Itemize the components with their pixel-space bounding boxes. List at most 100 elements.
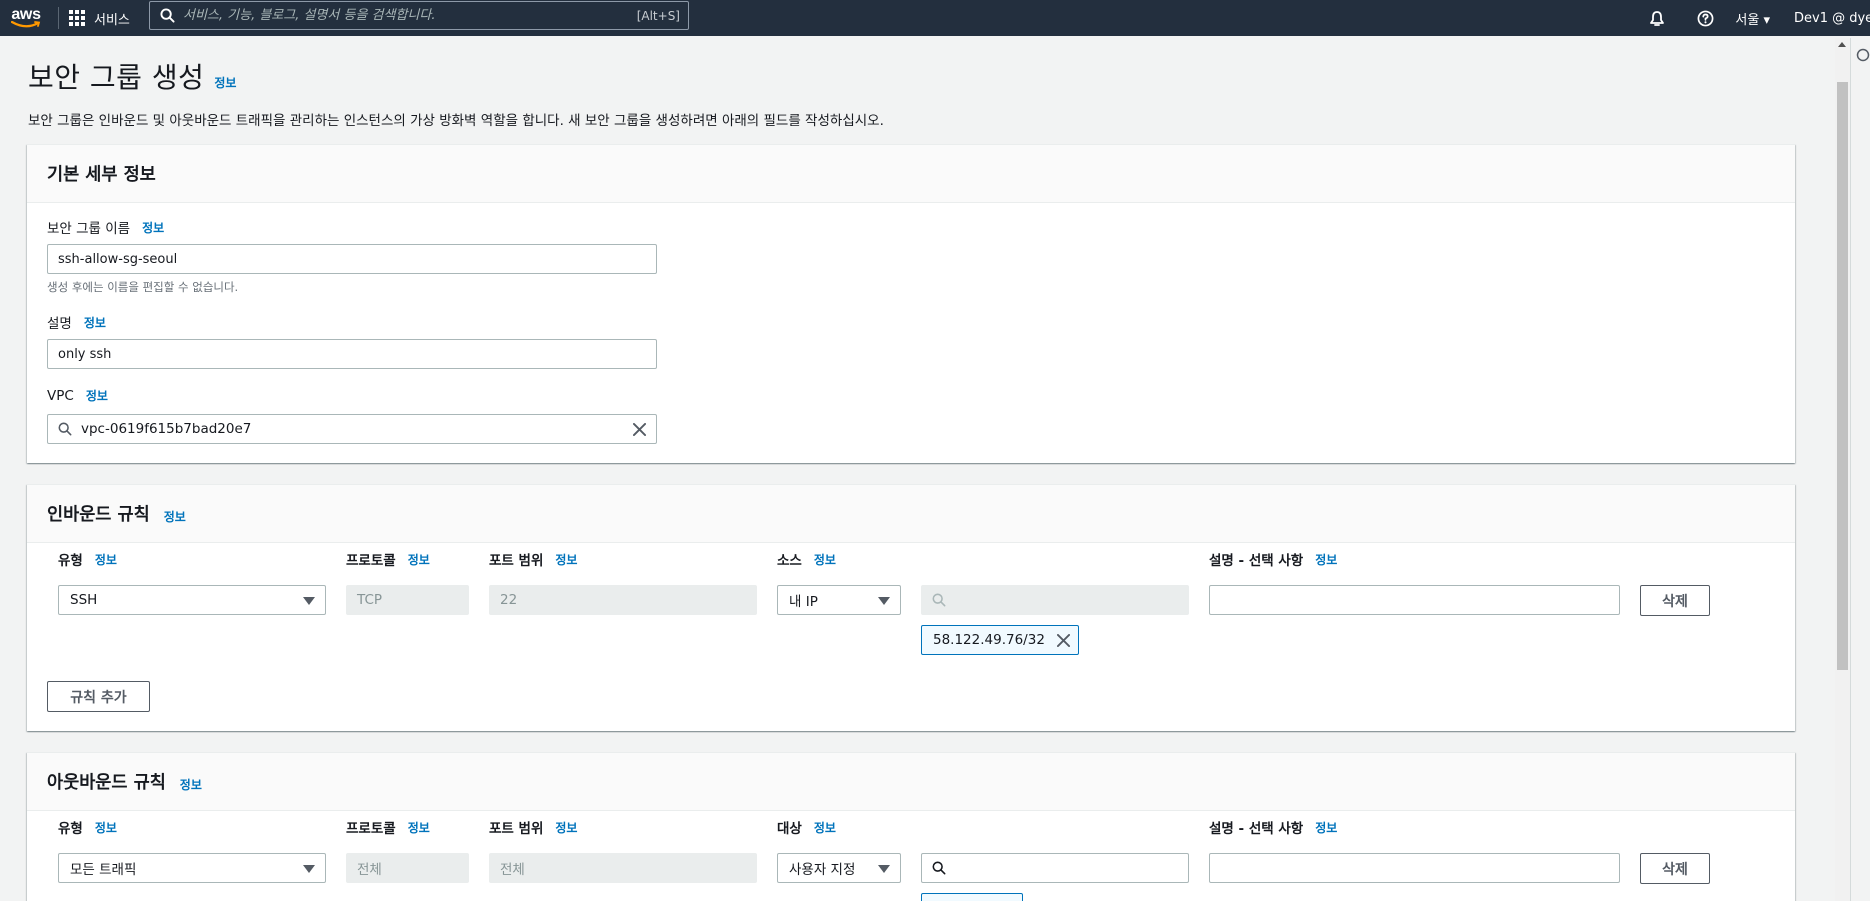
vpc-select[interactable]: vpc-0619f615b7bad20e7 [47, 414, 657, 444]
account-menu[interactable]: Dev1 @ dyeon [1794, 11, 1870, 26]
outbound-port-field: 전체 [489, 853, 757, 883]
outbound-col-port: 포트 범위 정보 [489, 817, 577, 838]
type-info-link[interactable]: 정보 [95, 551, 117, 568]
scroll-up-arrow-icon[interactable] [1838, 42, 1846, 47]
search-icon [58, 422, 72, 436]
outbound-rules-heading: 아웃바운드 규칙 [47, 773, 166, 793]
desc-info-link[interactable]: 정보 [1315, 551, 1337, 568]
global-search-input[interactable] [183, 8, 637, 23]
side-panel-edge [1850, 38, 1870, 901]
page-info-link[interactable]: 정보 [214, 74, 236, 91]
sg-name-label-row: 보안 그룹 이름 정보 [47, 217, 164, 238]
page-header: 보안 그룹 생성 정보 [28, 56, 236, 96]
search-icon [932, 861, 946, 875]
outbound-dest-select[interactable]: 사용자 지정 [777, 853, 901, 883]
vpc-info-link[interactable]: 정보 [86, 387, 108, 404]
basic-details-panel: 기본 세부 정보 보안 그룹 이름 정보 생성 후에는 이름을 편집할 수 없습… [27, 144, 1795, 463]
port-info-link[interactable]: 정보 [555, 551, 577, 568]
search-icon [932, 593, 946, 607]
col-source-label: 소스 [777, 553, 802, 569]
sg-description-input[interactable] [47, 339, 657, 369]
outbound-delete-button[interactable]: 삭제 [1640, 853, 1710, 884]
outbound-rules-panel: 아웃바운드 규칙 정보 유형 정보 프로토콜 정보 포트 범위 정보 대상 정보… [27, 752, 1795, 901]
outbound-cidr-search[interactable] [921, 853, 1189, 883]
outbound-col-protocol: 프로토콜 정보 [346, 817, 430, 838]
add-rule-button[interactable]: 규칙 추가 [47, 681, 150, 712]
bell-icon[interactable] [1633, 10, 1681, 27]
sg-name-info-link[interactable]: 정보 [142, 219, 164, 236]
aws-logo[interactable]: aws [2, 0, 50, 36]
sg-desc-info-link[interactable]: 정보 [84, 314, 106, 331]
inbound-delete-button[interactable]: 삭제 [1640, 585, 1710, 616]
inbound-rules-header: 인바운드 규칙 정보 [27, 485, 1795, 543]
outbound-info-link[interactable]: 정보 [180, 776, 202, 793]
source-cidr-value: 58.122.49.76/32 [933, 632, 1045, 648]
inbound-source-select[interactable]: 내 IP [777, 585, 901, 615]
inbound-port-field: 22 [489, 585, 757, 615]
search-shortcut-hint: [Alt+S] [636, 8, 680, 23]
dest-info-link[interactable]: 정보 [814, 819, 836, 836]
protocol-info-link[interactable]: 정보 [408, 819, 430, 836]
col-type-label: 유형 [58, 821, 83, 837]
caret-down-icon [878, 865, 890, 873]
outbound-col-type: 유형 정보 [58, 817, 117, 838]
col-type-label: 유형 [58, 553, 83, 569]
services-label: 서비스 [94, 12, 130, 28]
global-search[interactable]: [Alt+S] [149, 1, 689, 30]
sg-name-hint: 생성 후에는 이름을 편집할 수 없습니다. [47, 280, 239, 294]
inbound-col-source: 소스 정보 [777, 549, 836, 570]
basic-details-heading: 기본 세부 정보 [47, 165, 156, 185]
outbound-protocol-field: 전체 [346, 853, 469, 883]
inbound-col-description: 설명 - 선택 사항 정보 [1209, 549, 1337, 570]
nav-right-group: 서울 ▾ Dev1 @ dyeon [1633, 0, 1870, 36]
vpc-label: VPC [47, 387, 74, 404]
search-icon [160, 8, 175, 23]
type-info-link[interactable]: 정보 [95, 819, 117, 836]
inbound-col-type: 유형 정보 [58, 549, 117, 570]
inbound-type-value: SSH [70, 592, 98, 608]
services-menu-button[interactable]: 서비스 [69, 9, 130, 28]
top-navigation: aws 서비스 [Alt+S] [0, 0, 1870, 36]
aws-logo-text: aws [11, 5, 41, 23]
inbound-description-input[interactable] [1209, 585, 1620, 615]
inbound-cidr-search [921, 585, 1189, 615]
page-scrollbar[interactable] [1835, 38, 1850, 901]
outbound-description-input[interactable] [1209, 853, 1620, 883]
sg-name-input[interactable] [47, 244, 657, 274]
sg-desc-label: 설명 [47, 316, 72, 332]
aws-smile-icon [11, 20, 41, 27]
protocol-info-link[interactable]: 정보 [408, 551, 430, 568]
outbound-col-description: 설명 - 선택 사항 정보 [1209, 817, 1337, 838]
port-info-link[interactable]: 정보 [555, 819, 577, 836]
col-desc-label: 설명 - 선택 사항 [1209, 821, 1304, 837]
col-protocol-label: 프로토콜 [346, 821, 396, 837]
remove-token-icon[interactable] [1056, 633, 1070, 647]
outbound-type-value: 모든 트래픽 [70, 862, 137, 878]
inbound-rules-panel: 인바운드 규칙 정보 유형 정보 프로토콜 정보 포트 범위 정보 소스 정보 … [27, 484, 1795, 731]
inbound-info-link[interactable]: 정보 [164, 508, 186, 525]
page-description: 보안 그룹은 인바운드 및 아웃바운드 트래픽을 관리하는 인스턴스의 가상 방… [28, 113, 884, 129]
clear-icon[interactable] [633, 423, 646, 436]
col-protocol-label: 프로토콜 [346, 553, 396, 569]
source-info-link[interactable]: 정보 [814, 551, 836, 568]
page-title: 보안 그룹 생성 [28, 61, 205, 94]
col-desc-label: 설명 - 선택 사항 [1209, 553, 1304, 569]
outbound-dest-value: 사용자 지정 [789, 862, 856, 878]
col-port-label: 포트 범위 [489, 553, 544, 569]
inbound-type-select[interactable]: SSH [58, 585, 326, 615]
sg-desc-label-row: 설명 정보 [47, 312, 106, 333]
inbound-rules-heading: 인바운드 규칙 [47, 505, 150, 525]
grid-icon [69, 10, 85, 26]
scrollbar-thumb[interactable] [1837, 82, 1848, 670]
col-dest-label: 대상 [777, 821, 802, 837]
desc-info-link[interactable]: 정보 [1315, 819, 1337, 836]
inbound-protocol-field: TCP [346, 585, 469, 615]
inbound-source-value: 내 IP [789, 594, 818, 610]
outbound-type-select[interactable]: 모든 트래픽 [58, 853, 326, 883]
region-selector[interactable]: 서울 ▾ [1735, 9, 1770, 28]
inbound-col-protocol: 프로토콜 정보 [346, 549, 430, 570]
nav-divider [58, 7, 59, 29]
vpc-label-row: VPC 정보 [47, 387, 108, 404]
help-panel-icon[interactable] [1856, 48, 1870, 62]
help-icon[interactable] [1681, 10, 1729, 27]
